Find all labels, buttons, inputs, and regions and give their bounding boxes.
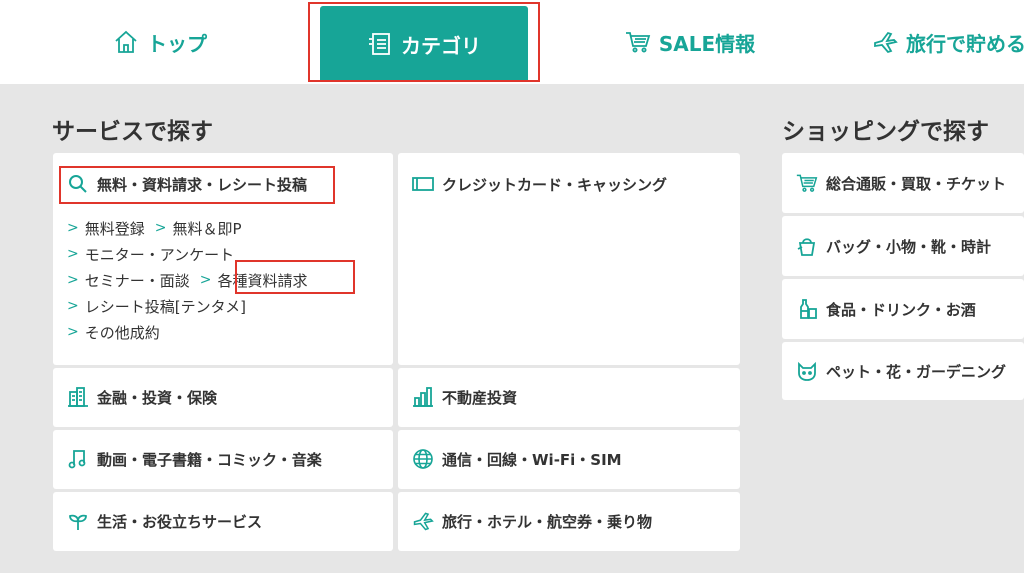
shopping-link-pets[interactable]: ペット・花・ガーデニング <box>796 360 1006 382</box>
category-finance-label: 金融・投資・保険 <box>97 388 218 407</box>
airplane-icon <box>413 512 434 531</box>
category-real-estate-label: 不動産投資 <box>442 388 518 407</box>
category-card-network[interactable]: 通信・回線・Wi-Fi・SIM <box>398 430 740 489</box>
shopping-bags-label: バッグ・小物・靴・時計 <box>826 237 992 256</box>
category-link-free[interactable]: 無料・資料請求・レシート投稿 <box>67 173 307 195</box>
category-life-label: 生活・お役立ちサービス <box>97 512 263 531</box>
chevron-right-icon: > <box>67 246 79 262</box>
category-travel-label: 旅行・ホテル・航空券・乗り物 <box>442 512 653 531</box>
globe-icon <box>413 449 433 469</box>
category-card-life[interactable]: 生活・お役立ちサービス <box>53 492 393 551</box>
shopping-card-bags[interactable]: バッグ・小物・靴・時計 <box>782 216 1024 276</box>
sublink-row: > セミナー・面談 > 各種資料請求 <box>67 267 387 293</box>
category-card-credit[interactable]: クレジットカード・キャッシング <box>398 153 740 365</box>
sublink-monitor[interactable]: > モニター・アンケート <box>67 244 234 265</box>
music-note-icon <box>68 450 86 469</box>
chevron-right-icon: > <box>67 324 79 340</box>
shopping-food-label: 食品・ドリンク・お酒 <box>826 300 976 319</box>
free-sublink-list: > 無料登録 > 無料＆即P > モニター・アンケート > セミナー・面談 > 各種資料請… <box>67 215 387 345</box>
shopping-card-general[interactable]: 総合通販・買取・チケット <box>782 153 1024 213</box>
category-card-travel[interactable]: 旅行・ホテル・航空券・乗り物 <box>398 492 740 551</box>
category-free-label: 無料・資料請求・レシート投稿 <box>97 175 308 194</box>
chevron-right-icon: > <box>67 272 79 288</box>
sublink-label: 各種資料請求 <box>217 271 308 290</box>
shopping-link-food[interactable]: 食品・ドリンク・お酒 <box>796 298 976 320</box>
sprout-icon <box>69 514 87 530</box>
sublink-label: その他成約 <box>84 323 160 342</box>
nav-tab-sale-label: SALE情報 <box>658 31 756 56</box>
category-link-media[interactable]: 動画・電子書籍・コミック・音楽 <box>67 448 322 470</box>
cat-face-icon <box>798 361 816 381</box>
home-icon <box>115 30 137 53</box>
nav-tab-travel[interactable]: 旅行で貯める <box>872 0 1024 84</box>
category-network-label: 通信・回線・Wi-Fi・SIM <box>442 450 622 469</box>
shopping-link-bags[interactable]: バッグ・小物・靴・時計 <box>796 235 991 257</box>
nav-tab-top-label: トップ <box>147 31 207 56</box>
shopping-card-pets[interactable]: ペット・花・ガーデニング <box>782 342 1024 400</box>
sublink-row: > 無料登録 > 無料＆即P <box>67 215 387 241</box>
category-link-travel[interactable]: 旅行・ホテル・航空券・乗り物 <box>412 510 652 532</box>
sublink-row: > その他成約 <box>67 319 387 345</box>
section-title-service: サービスで探す <box>52 119 213 145</box>
category-media-label: 動画・電子書籍・コミック・音楽 <box>97 450 322 469</box>
search-icon <box>69 175 87 193</box>
category-list-icon <box>369 33 390 55</box>
nav-tab-top[interactable]: トップ <box>95 0 225 84</box>
sublink-receipt[interactable]: > レシート投稿[テンタメ] <box>67 296 246 317</box>
sublink-label: セミナー・面談 <box>84 271 190 290</box>
category-credit-label: クレジットカード・キャッシング <box>442 175 668 194</box>
sublink-label: レシート投稿[テンタメ] <box>84 297 246 316</box>
category-link-credit[interactable]: クレジットカード・キャッシング <box>412 173 667 195</box>
shopping-cart-icon <box>796 174 818 192</box>
nav-tab-category-label: カテゴリ <box>401 33 481 58</box>
sublink-label: モニター・アンケート <box>84 245 235 264</box>
shopping-general-label: 総合通販・買取・チケット <box>826 174 1007 193</box>
building-icon <box>68 387 88 407</box>
shopping-card-food[interactable]: 食品・ドリンク・お酒 <box>782 279 1024 339</box>
category-link-finance[interactable]: 金融・投資・保険 <box>67 386 217 408</box>
sublink-documents[interactable]: > 各種資料請求 <box>200 270 308 291</box>
top-navigation: トップ カテゴリ SALE情報 旅行で貯める <box>0 0 1024 84</box>
sublink-row: > レシート投稿[テンタメ] <box>67 293 387 319</box>
sublink-free-register[interactable]: > 無料登録 <box>67 218 145 239</box>
airplane-icon <box>874 31 898 54</box>
sublink-other[interactable]: > その他成約 <box>67 322 160 343</box>
category-card-real-estate[interactable]: 不動産投資 <box>398 368 740 427</box>
credit-card-icon <box>412 177 434 191</box>
chevron-right-icon: > <box>199 272 212 288</box>
bar-graph-icon <box>413 387 433 407</box>
sublink-row: > モニター・アンケート <box>67 241 387 267</box>
bottle-icon <box>800 299 817 319</box>
sublink-label: 無料＆即P <box>172 219 242 238</box>
category-link-real-estate[interactable]: 不動産投資 <box>412 386 517 408</box>
bag-icon <box>797 238 816 256</box>
shopping-pets-label: ペット・花・ガーデニング <box>826 362 1007 381</box>
category-link-network[interactable]: 通信・回線・Wi-Fi・SIM <box>412 448 622 470</box>
sublink-seminar[interactable]: > セミナー・面談 <box>67 270 190 291</box>
sublink-free-instant[interactable]: > 無料＆即P <box>155 218 242 239</box>
nav-tab-category[interactable]: カテゴリ <box>320 6 528 82</box>
category-card-finance[interactable]: 金融・投資・保険 <box>53 368 393 427</box>
chevron-right-icon: > <box>67 220 79 236</box>
nav-tab-sale[interactable]: SALE情報 <box>600 0 780 84</box>
category-link-life[interactable]: 生活・お役立ちサービス <box>67 510 262 532</box>
category-card-media[interactable]: 動画・電子書籍・コミック・音楽 <box>53 430 393 489</box>
chevron-right-icon: > <box>67 298 79 314</box>
category-card-free: 無料・資料請求・レシート投稿 > 無料登録 > 無料＆即P > モニター・アンケート … <box>53 153 393 365</box>
chevron-right-icon: > <box>154 220 167 236</box>
nav-tab-travel-label: 旅行で貯める <box>906 31 1024 56</box>
shopping-link-general[interactable]: 総合通販・買取・チケット <box>796 172 1006 194</box>
sublink-label: 無料登録 <box>84 219 145 238</box>
section-title-shopping: ショッピングで探す <box>782 119 989 145</box>
shopping-cart-icon <box>625 32 651 53</box>
